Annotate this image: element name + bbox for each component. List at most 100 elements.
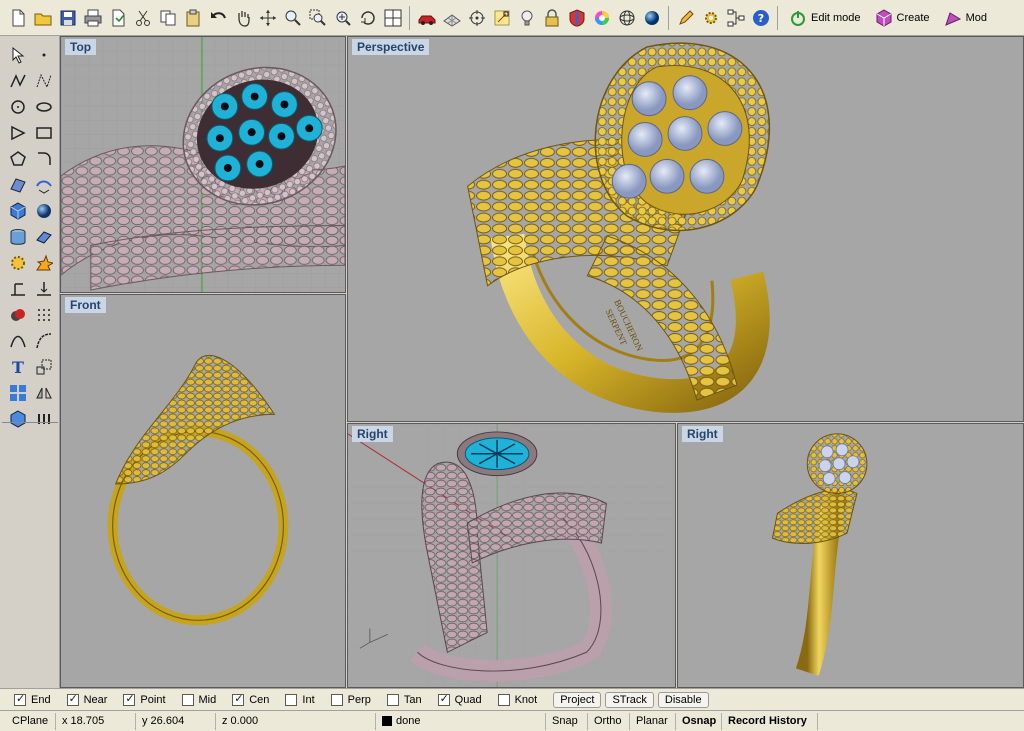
- explode-icon[interactable]: [32, 252, 56, 274]
- viewport-label-perspective[interactable]: Perspective: [352, 39, 430, 55]
- disable-button[interactable]: Disable: [657, 691, 709, 708]
- save-icon[interactable]: [56, 5, 79, 31]
- surface-icon[interactable]: [6, 174, 30, 196]
- zoom-selected-icon[interactable]: [356, 5, 379, 31]
- lock-icon[interactable]: [540, 5, 563, 31]
- array-icon[interactable]: [6, 382, 30, 404]
- copy-icon[interactable]: [156, 5, 179, 31]
- osnap-toggle[interactable]: Osnap: [676, 712, 722, 730]
- polyline-icon[interactable]: [6, 70, 30, 92]
- cplane-indicator[interactable]: CPlane: [0, 712, 56, 730]
- control-point-curve-icon[interactable]: [32, 70, 56, 92]
- arc-icon[interactable]: [6, 122, 30, 144]
- viewport-label-right-1[interactable]: Right: [352, 426, 393, 442]
- osnap-end-checkbox[interactable]: [14, 692, 26, 706]
- fillet-icon[interactable]: [32, 148, 56, 170]
- lightbulb-icon[interactable]: [515, 5, 538, 31]
- osnap-cen-checkbox[interactable]: [232, 692, 245, 706]
- osnap-point-checkbox[interactable]: [123, 692, 136, 706]
- osnap-int[interactable]: Int: [285, 693, 315, 706]
- cylinder-icon[interactable]: [6, 226, 30, 248]
- blend-curve-icon[interactable]: [32, 330, 56, 352]
- zoom-extents-icon[interactable]: [331, 5, 354, 31]
- viewport-label-front[interactable]: Front: [65, 297, 106, 313]
- scale-icon[interactable]: [32, 356, 56, 378]
- osnap-mid-checkbox[interactable]: [181, 693, 194, 706]
- pan-hand-icon[interactable]: [231, 5, 254, 31]
- polygon-icon[interactable]: [6, 148, 30, 170]
- network-icon[interactable]: [724, 5, 747, 31]
- extrude-icon[interactable]: [32, 226, 56, 248]
- viewport-label-top[interactable]: Top: [65, 39, 97, 55]
- print-icon[interactable]: [81, 5, 104, 31]
- osnap-tan-checkbox[interactable]: [386, 693, 399, 706]
- zoom-icon[interactable]: [281, 5, 304, 31]
- osnap-knot[interactable]: Knot: [497, 693, 537, 706]
- osnap-point[interactable]: Point: [123, 692, 166, 706]
- osnap-tan[interactable]: Tan: [386, 693, 422, 706]
- osnap-near-checkbox[interactable]: [66, 692, 79, 706]
- osnap-icon[interactable]: [490, 5, 513, 31]
- color-wheel-icon[interactable]: [590, 5, 613, 31]
- planar-toggle[interactable]: Planar: [630, 712, 676, 730]
- car-icon[interactable]: [415, 5, 438, 31]
- box-solid-icon[interactable]: [6, 200, 30, 222]
- zoom-window-icon[interactable]: [306, 5, 329, 31]
- more-tools-icon[interactable]: [32, 408, 56, 430]
- grid-plane-icon[interactable]: [440, 5, 463, 31]
- paste-icon[interactable]: [181, 5, 204, 31]
- curve-tool-icon[interactable]: [6, 330, 30, 352]
- point-icon[interactable]: [465, 5, 488, 31]
- ortho-toggle[interactable]: Ortho: [588, 712, 630, 730]
- rectangle-icon[interactable]: [32, 122, 56, 144]
- circle-icon[interactable]: [6, 96, 30, 118]
- gear-settings-icon[interactable]: [699, 5, 722, 31]
- point-tool-icon[interactable]: [32, 44, 56, 66]
- record-history-toggle[interactable]: Record History: [722, 712, 818, 730]
- new-file-icon[interactable]: [6, 5, 29, 31]
- sphere-render-icon[interactable]: [640, 5, 663, 31]
- grid-snap-icon[interactable]: [32, 304, 56, 326]
- undo-icon[interactable]: [206, 5, 229, 31]
- dimension-icon[interactable]: [6, 278, 30, 300]
- create-button[interactable]: Create: [869, 5, 936, 31]
- split-icon[interactable]: [32, 278, 56, 300]
- loft-icon[interactable]: [32, 174, 56, 196]
- osnap-perp-checkbox[interactable]: [330, 693, 343, 706]
- viewport-right-2[interactable]: Right: [677, 423, 1024, 688]
- text-icon[interactable]: T: [6, 356, 30, 378]
- render-shield-icon[interactable]: [565, 5, 588, 31]
- viewport-front[interactable]: Front: [60, 294, 346, 688]
- sphere-solid-icon[interactable]: [32, 200, 56, 222]
- viewport-right-1[interactable]: Right: [347, 423, 676, 688]
- osnap-perp[interactable]: Perp: [330, 693, 371, 706]
- edit-mode-button[interactable]: Edit mode: [783, 5, 867, 31]
- osnap-near[interactable]: Near: [66, 692, 107, 706]
- osnap-int-checkbox[interactable]: [285, 693, 298, 706]
- rotate-view-icon[interactable]: [256, 5, 279, 31]
- osnap-cen[interactable]: Cen: [232, 692, 269, 706]
- mirror-icon[interactable]: [32, 382, 56, 404]
- boolean-icon[interactable]: [6, 304, 30, 326]
- osnap-end[interactable]: End: [14, 692, 51, 706]
- help-icon[interactable]: ?: [749, 5, 772, 31]
- snap-toggle[interactable]: Snap: [546, 712, 588, 730]
- osnap-quad-checkbox[interactable]: [437, 692, 450, 706]
- viewport-top[interactable]: Top: [60, 36, 346, 293]
- import-icon[interactable]: [106, 5, 129, 31]
- osnap-quad[interactable]: Quad: [437, 692, 482, 706]
- open-folder-icon[interactable]: [31, 5, 54, 31]
- pencil-icon[interactable]: [674, 5, 697, 31]
- modify-button[interactable]: Mod: [938, 5, 993, 31]
- viewport-perspective[interactable]: Perspective BOUCHERON SERPENT: [347, 36, 1024, 422]
- transform-icon[interactable]: [6, 252, 30, 274]
- viewport-label-right-2[interactable]: Right: [682, 426, 723, 442]
- osnap-mid[interactable]: Mid: [181, 693, 216, 706]
- cut-icon[interactable]: [131, 5, 154, 31]
- osnap-knot-checkbox[interactable]: [497, 693, 510, 706]
- four-viewports-icon[interactable]: [381, 5, 404, 31]
- select-arrow-icon[interactable]: [6, 44, 30, 66]
- layer-indicator[interactable]: done: [376, 712, 546, 730]
- strack-button[interactable]: STrack: [605, 691, 654, 708]
- solid-tools-icon[interactable]: [6, 408, 30, 430]
